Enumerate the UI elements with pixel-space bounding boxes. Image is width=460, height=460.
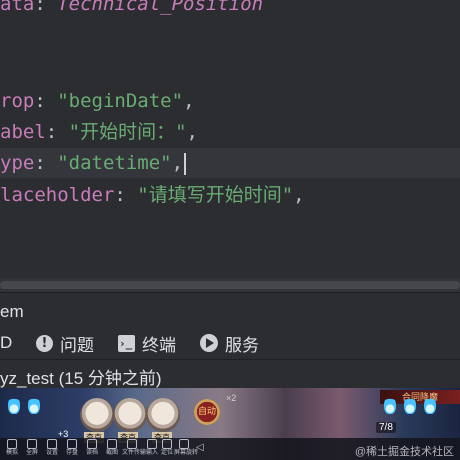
code-colon: : bbox=[34, 0, 58, 15]
speed-label: ×2 bbox=[226, 393, 237, 403]
scrollbar-thumb[interactable] bbox=[0, 281, 460, 289]
code-value: Technical_Position bbox=[57, 0, 264, 15]
tool-window-title: em bbox=[0, 302, 24, 321]
auto-button[interactable]: 自动 bbox=[194, 399, 220, 425]
character-portrait bbox=[146, 398, 180, 432]
wave-counter: 7/8 bbox=[376, 422, 396, 433]
character-portrait bbox=[80, 398, 114, 432]
terminal-icon bbox=[118, 334, 135, 352]
toolbar-icon bbox=[47, 439, 57, 449]
toolbar-label: 存盘 bbox=[65, 450, 78, 456]
vcs-status-text: yz_test (15 分钟之前) bbox=[0, 369, 162, 388]
services-icon bbox=[200, 334, 218, 352]
text-caret bbox=[184, 152, 187, 175]
tab-problems[interactable]: 问题 bbox=[36, 332, 94, 355]
blue-flame-icon bbox=[8, 396, 20, 414]
blue-flame-icon bbox=[404, 396, 416, 414]
game-scene: 查克 查克 查克 +3 自动 ×2 合同降魔 7/8 bbox=[0, 388, 460, 443]
toolbar-icon bbox=[127, 439, 137, 449]
toolbar-icon bbox=[179, 439, 189, 449]
tab-partial[interactable]: D bbox=[0, 332, 12, 354]
toolbar-label: 截图 bbox=[105, 450, 118, 456]
code-colon: : bbox=[45, 121, 69, 143]
toolbar-icon bbox=[107, 439, 117, 449]
tab-services[interactable]: 服务 bbox=[200, 332, 259, 355]
code-comma: , bbox=[171, 152, 184, 174]
code-line: rop: "beginDate", bbox=[0, 86, 195, 116]
toolbar-item[interactable]: 读档 bbox=[82, 439, 102, 458]
toolbar-item[interactable]: 屏幕旋转 bbox=[174, 439, 199, 458]
code-line: laceholder: "请填写开始时间", bbox=[0, 180, 305, 210]
toolbar-icon bbox=[27, 439, 37, 449]
toolbar-item[interactable]: 存盘 bbox=[62, 439, 82, 458]
watermark: @稀土掘金技术社区 bbox=[354, 446, 454, 458]
code-key: rop bbox=[0, 90, 35, 112]
toolbar-icon bbox=[162, 439, 172, 449]
code-key: laceholder bbox=[0, 184, 115, 206]
code-key: ype bbox=[0, 152, 35, 174]
toolbar-label: 设置 bbox=[45, 450, 58, 456]
code-colon: : bbox=[34, 152, 58, 174]
blue-flame-icon bbox=[28, 396, 40, 414]
vcs-status-row[interactable]: yz_test (15 分钟之前) bbox=[0, 360, 460, 388]
code-string: "请填写开始时间" bbox=[137, 184, 294, 206]
code-line: ata: Technical_Position bbox=[0, 0, 263, 19]
toolbar-icon bbox=[147, 439, 157, 449]
toolbar-label: 全屏 bbox=[25, 450, 38, 456]
code-line: abel: "开始时间：", bbox=[0, 117, 198, 147]
emulator-toolbar: 模拟 全屏 设置 存盘 读档 截图 文件传输 输入 定位 屏幕旋转 ◁ @稀土掘… bbox=[0, 438, 460, 460]
back-icon[interactable]: ◁ bbox=[196, 442, 204, 453]
code-string: "datetime" bbox=[57, 152, 172, 174]
horizontal-scrollbar[interactable] bbox=[0, 278, 460, 292]
toolbar-label: 读档 bbox=[85, 450, 98, 456]
toolbar-item[interactable]: 截图 bbox=[102, 439, 122, 458]
tab-label: 问题 bbox=[60, 335, 94, 355]
blue-flame-icon bbox=[384, 396, 396, 414]
code-colon: : bbox=[34, 90, 58, 112]
toolbar-item[interactable]: 文件传输 bbox=[122, 439, 147, 458]
toolbar-icon bbox=[67, 439, 77, 449]
tool-window-header: em bbox=[0, 293, 460, 327]
code-line-current: ype: "datetime", bbox=[0, 148, 460, 178]
toolbar-label: 文件传输 bbox=[122, 450, 147, 456]
toolbar-label: 屏幕旋转 bbox=[174, 450, 199, 456]
code-key: ata bbox=[0, 0, 35, 15]
code-comma: , bbox=[293, 184, 305, 206]
tool-window-tabs: D 问题 终端 服务 bbox=[0, 327, 460, 359]
toolbar-item[interactable]: 设置 bbox=[42, 439, 62, 458]
code-string: "开始时间：" bbox=[68, 121, 187, 143]
toolbar-label: 模拟 bbox=[5, 450, 18, 456]
tab-terminal[interactable]: 终端 bbox=[118, 332, 176, 355]
code-string: "beginDate" bbox=[57, 90, 184, 112]
code-comma: , bbox=[186, 121, 198, 143]
toolbar-item[interactable]: 模拟 bbox=[2, 439, 22, 458]
code-editor[interactable]: ata: Technical_Position rop: "beginDate"… bbox=[0, 0, 460, 278]
code-comma: , bbox=[183, 90, 195, 112]
code-colon: : bbox=[114, 184, 138, 206]
tab-label: 终端 bbox=[142, 335, 176, 355]
toolbar-item[interactable]: 全屏 bbox=[22, 439, 42, 458]
embedded-game-video[interactable]: 查克 查克 查克 +3 自动 ×2 合同降魔 7/8 模拟 全屏 设置 存盘 读… bbox=[0, 388, 460, 460]
character-portrait bbox=[113, 398, 147, 432]
tab-label: 服务 bbox=[225, 335, 259, 355]
blue-flame-icon bbox=[424, 396, 436, 414]
problems-icon bbox=[36, 334, 53, 353]
tab-label: D bbox=[0, 333, 13, 352]
code-key: abel bbox=[0, 121, 46, 143]
toolbar-icon bbox=[7, 439, 17, 449]
toolbar-icon bbox=[87, 439, 97, 449]
